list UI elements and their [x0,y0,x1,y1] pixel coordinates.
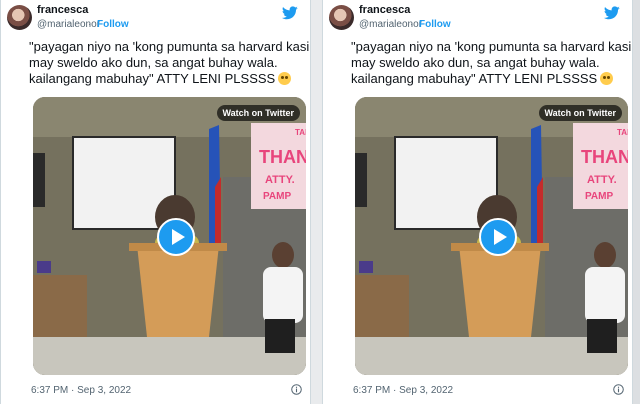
play-button[interactable] [479,218,517,256]
follow-button[interactable]: Follow [419,19,451,30]
tweet-text-line: kailangang mabuhay" ATTY LENI PLSSSS [351,71,598,86]
avatar[interactable] [7,5,32,30]
info-icon[interactable] [613,384,624,395]
tweet-text-line: "payagan niyo na 'kong pumunta sa harvar… [29,39,310,54]
tweet-card[interactable]: francesca @marialeonor · Follow "payagan… [322,0,633,404]
twitter-bird-icon[interactable] [282,6,298,20]
info-icon[interactable] [291,384,302,395]
banner-heading: THAN [259,147,306,167]
play-button[interactable] [157,218,195,256]
play-icon [494,229,507,245]
video-player[interactable]: TAN THAN ATTY. PAMP Watch on Twitter [33,97,306,375]
tweet-text: "payagan niyo na 'kong pumunta sa harvar… [29,39,310,87]
tweet-timestamp[interactable]: 6:37 PM · Sep 3, 2022 [353,385,453,396]
banner-heading: THAN [581,147,628,167]
tweet-timestamp[interactable]: 6:37 PM · Sep 3, 2022 [31,385,131,396]
banner-corner-text: TAN [617,128,628,137]
gutter [311,0,322,404]
video-player[interactable]: TAN THAN ATTY. PAMP Watch on Twitter [355,97,628,375]
banner-line-2: ATTY. [265,174,295,186]
tweet-text-line: may sweldo ako dun, sa angat buhay wala. [29,55,278,70]
author-name[interactable]: francesca [37,4,88,16]
follow-button[interactable]: Follow [97,19,129,30]
watch-on-twitter-button[interactable]: Watch on Twitter [216,105,300,121]
banner-line-3: PAMP [585,191,613,202]
banner-line-2: ATTY. [587,174,617,186]
tweet-text: "payagan niyo na 'kong pumunta sa harvar… [351,39,632,87]
banner-corner-text: TAN [295,128,306,137]
banner-line-3: PAMP [263,191,291,202]
tweet-text-line-with-emoji: kailangang mabuhay" ATTY LENI PLSSSS [29,71,304,87]
separator: · [410,19,414,30]
twitter-bird-icon[interactable] [604,6,620,20]
tweet-text-line: may sweldo ako dun, sa angat buhay wala. [351,55,600,70]
separator: · [88,19,92,30]
tweet-text-line: "payagan niyo na 'kong pumunta sa harvar… [351,39,632,54]
loudly-crying-face-icon [278,72,292,85]
author-name[interactable]: francesca [359,4,410,16]
loudly-crying-face-icon [600,72,614,85]
tweet-text-line: kailangang mabuhay" ATTY LENI PLSSSS [29,71,276,86]
tweet-card[interactable]: francesca @marialeonor · Follow "payagan… [0,0,311,404]
tweet-text-line-with-emoji: kailangang mabuhay" ATTY LENI PLSSSS [351,71,626,87]
watch-on-twitter-button[interactable]: Watch on Twitter [538,105,622,121]
avatar[interactable] [329,5,354,30]
play-icon [172,229,185,245]
